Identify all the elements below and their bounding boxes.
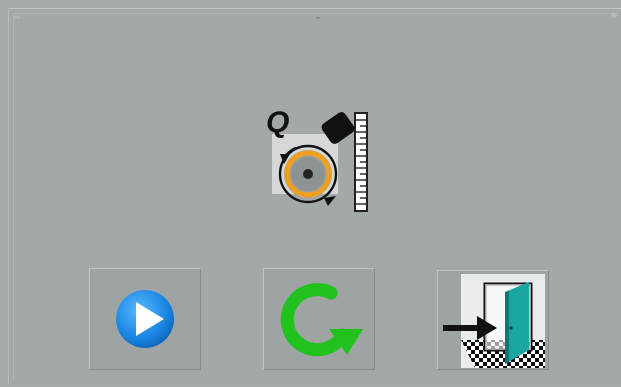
window-grip	[14, 16, 20, 19]
logo-letter: Q	[266, 106, 289, 139]
refresh-button[interactable]	[263, 268, 375, 370]
title-tick	[316, 17, 320, 19]
q-saw-logo-icon: Q	[266, 104, 374, 214]
play-button[interactable]	[89, 268, 201, 370]
exit-button[interactable]	[437, 270, 549, 370]
refresh-icon	[267, 277, 371, 361]
play-icon	[114, 288, 176, 350]
app-window: Q	[0, 0, 621, 387]
window-corner-button[interactable]	[611, 12, 617, 18]
exit-door-icon	[439, 270, 547, 370]
